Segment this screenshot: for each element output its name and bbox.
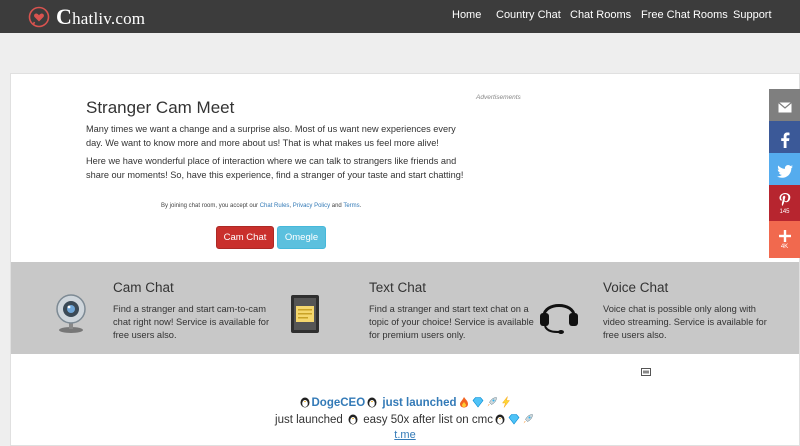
nav-home[interactable]: Home [452,9,481,21]
features-band: Cam Chat Find a stranger and start cam-t… [11,262,799,354]
promo-line2-a: just launched [275,414,343,426]
email-icon [777,102,792,113]
penguin-icon [367,397,377,408]
terms-disclaimer: By joining chat room, you accept our Cha… [161,203,361,209]
text-chat-feature-desc: Find a stranger and start text chat on a… [369,304,534,340]
nav-free-chat-rooms[interactable]: Free Chat Rooms [641,9,728,21]
pinterest-icon [779,192,790,206]
promo-launched: just launched [382,397,457,409]
headset-icon [540,304,578,334]
advertisements-label: Advertisements [476,94,521,101]
nav-country-chat[interactable]: Country Chat [496,9,561,21]
share-more-button[interactable]: 4K [769,221,800,258]
description-paragraph: Here we have wonderful place of interact… [86,156,464,180]
small-ad-icon [641,368,651,376]
promo-headline[interactable]: DogeCEO just launched [11,396,799,409]
page-title: Stranger Cam Meet [86,98,235,117]
privacy-policy-link[interactable]: Privacy Policy [293,203,330,209]
promo-link[interactable]: t.me [11,429,799,441]
lightning-icon [501,396,510,408]
plus-icon [778,229,791,242]
disclaimer-and: and [330,203,344,209]
nav-chat-rooms[interactable]: Chat Rooms [570,9,631,21]
notepad-icon [291,295,319,333]
penguin-icon [495,414,505,425]
promo-subline: just launched easy 50x after list on cmc [11,413,799,426]
cam-chat-feature-title: Cam Chat [113,280,174,295]
text-chat-feature-title: Text Chat [369,280,427,295]
top-navbar: Chatliv.com Home Country Chat Chat Rooms… [0,0,800,33]
rocket-icon [523,414,533,424]
more-share-count: 4K [780,243,789,250]
voice-chat-feature-desc: Voice chat is possible only along with v… [603,304,767,340]
promo-name: DogeCEO [311,397,366,409]
diamond-icon [508,414,520,425]
main-card: Stranger Cam Meet Many times we want a c… [10,73,800,446]
fire-icon [459,397,468,408]
rocket-icon [487,397,497,407]
heart-chat-icon [28,6,50,28]
twitter-icon [776,165,793,178]
cam-chat-feature-desc: Find a stranger and start cam-to-cam cha… [113,304,270,340]
terms-link[interactable]: Terms [343,203,359,209]
voice-chat-feature-title: Voice Chat [603,280,669,295]
chat-rules-link[interactable]: Chat Rules [260,203,290,209]
diamond-icon [472,397,483,408]
penguin-icon [348,414,358,425]
facebook-icon [780,132,789,148]
logo-text: Chatliv.com [56,4,146,29]
pinterest-share-count: 145 [779,208,790,215]
share-pinterest-button[interactable]: 145 [769,185,800,222]
webcam-icon [56,294,86,333]
omegle-button[interactable]: Omegle [277,226,326,249]
disclaimer-period: . [359,203,362,209]
promo-line2-b: easy 50x after list on cmc [363,414,493,426]
nav-support[interactable]: Support [733,9,772,21]
penguin-icon [300,397,309,408]
site-logo[interactable]: Chatliv.com [28,4,146,29]
disclaimer-text: By joining chat room, you accept our [161,203,260,209]
cam-chat-button[interactable]: Cam Chat [216,226,274,249]
intro-paragraph: Many times we want a change and a surpri… [86,124,456,148]
